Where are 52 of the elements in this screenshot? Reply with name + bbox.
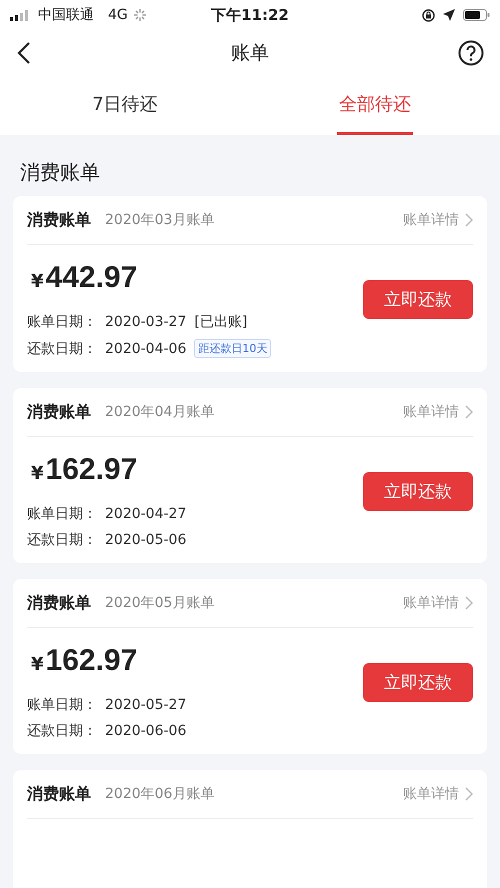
rotation-lock-icon <box>422 8 435 22</box>
bill-period: 2020年03月账单 <box>105 211 216 229</box>
bill-date: 2020-04-27 <box>105 506 186 522</box>
due-badge: 距还款日10天 <box>194 339 272 358</box>
chevron-icon <box>465 787 473 801</box>
due-date: 2020-04-06 <box>105 340 186 356</box>
chevron-icon <box>465 596 473 610</box>
currency-sign: ¥ <box>30 463 44 484</box>
bill-period: 2020年05月账单 <box>105 594 216 612</box>
currency-sign: ¥ <box>30 271 44 292</box>
due-date-label: 还款日期： <box>27 340 97 358</box>
bill-detail-link[interactable]: 账单详情 <box>403 211 473 229</box>
carrier-name: 中国联通 <box>38 6 94 24</box>
pay-now-button[interactable]: 立即还款 <box>363 472 473 510</box>
bill-amount: 162.97 <box>46 644 138 678</box>
bill-title: 消费账单 <box>27 210 91 230</box>
chevron-icon <box>465 405 473 419</box>
bill-detail-link[interactable]: 账单详情 <box>403 403 473 421</box>
tab[interactable]: 全部待还 <box>250 75 500 135</box>
bill-title: 消费账单 <box>27 402 91 422</box>
chevron-icon <box>465 213 473 227</box>
bill-title: 消费账单 <box>27 592 91 614</box>
due-date-label: 还款日期： <box>27 722 97 740</box>
pay-now-button[interactable]: 立即还款 <box>363 280 473 319</box>
bill-date-label: 账单日期： <box>27 313 97 331</box>
help-icon[interactable] <box>458 40 484 66</box>
bill-status: [已出账] <box>194 313 248 331</box>
bill-amount: 162.97 <box>46 453 138 487</box>
pay-now-button[interactable]: 立即还款 <box>363 662 473 702</box>
bill-amount: 442.97 <box>46 261 138 295</box>
page-title: 账单 <box>231 42 269 64</box>
bill-detail-link[interactable]: 账单详情 <box>403 594 473 612</box>
bill-period: 2020年04月账单 <box>105 403 216 421</box>
bill-date: 2020-05-27 <box>105 697 186 713</box>
bill-detail-link[interactable]: 账单详情 <box>403 785 473 803</box>
due-date-label: 还款日期： <box>27 531 97 549</box>
back-icon[interactable] <box>16 40 32 64</box>
bill-title: 消费账单 <box>27 784 91 804</box>
tab[interactable]: 7日待还 <box>0 75 250 135</box>
currency-sign: ¥ <box>30 654 44 675</box>
bill-date-label: 账单日期： <box>27 696 97 714</box>
section-title: 消费账单 <box>20 160 100 184</box>
spinner-icon <box>134 9 146 21</box>
network-type: 4G <box>108 7 128 23</box>
due-date: 2020-05-06 <box>105 532 186 548</box>
battery-icon <box>463 9 490 21</box>
due-date: 2020-06-06 <box>105 723 186 739</box>
bill-period: 2020年06月账单 <box>105 785 216 803</box>
location-arrow-icon <box>443 9 455 21</box>
bill-date: 2020-03-27 <box>105 314 186 330</box>
status-time: 下午11:22 <box>211 6 289 24</box>
bill-date-label: 账单日期： <box>27 505 97 523</box>
